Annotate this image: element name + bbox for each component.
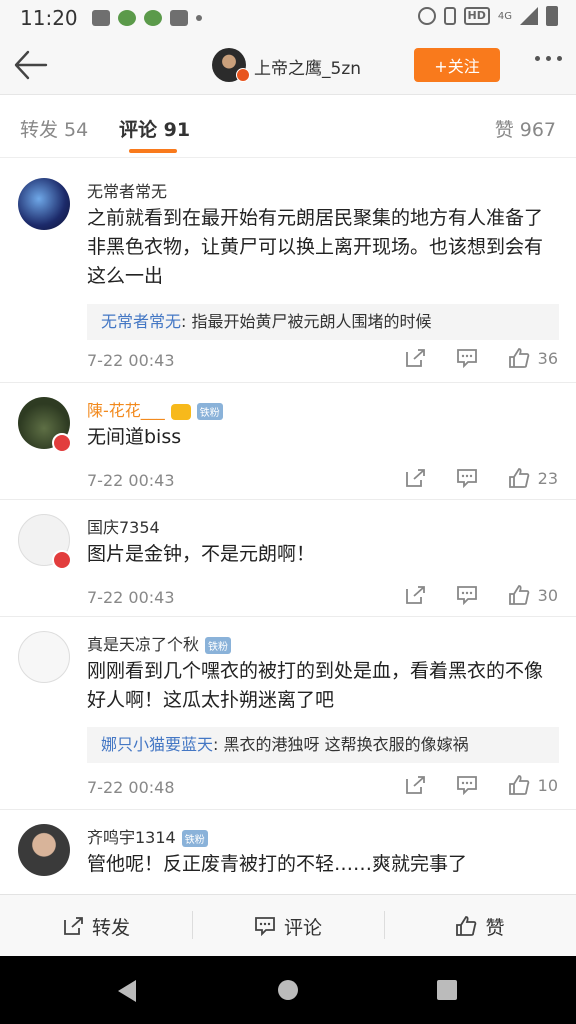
like-button[interactable]: 36 xyxy=(508,348,558,368)
commenter-avatar[interactable] xyxy=(18,824,70,876)
like-label: 赞 xyxy=(485,916,505,939)
like-button[interactable]: 10 xyxy=(508,775,558,795)
battery-icon xyxy=(546,6,558,26)
share-icon xyxy=(64,917,83,935)
status-bar: 11:20 HD 4G xyxy=(0,0,576,36)
comment-time: 7-22 00:43 xyxy=(87,588,175,607)
fan-badge: 铁粉 xyxy=(205,637,232,654)
share-icon[interactable] xyxy=(404,468,426,488)
commenter-name[interactable]: 无常者常无 xyxy=(87,178,167,202)
nav-back-icon[interactable] xyxy=(118,980,136,1002)
like-count: 23 xyxy=(537,468,558,488)
commenter-name[interactable]: 国庆7354 xyxy=(87,514,160,538)
more-notifications-icon xyxy=(195,15,202,21)
thumbs-up-icon xyxy=(508,585,529,605)
comment-list[interactable]: 无常者常无 之前就看到在最开始有元朗居民聚集的地方有人准备了非黑色衣物，让黄尸可… xyxy=(0,158,576,894)
bottom-action-bar: 转发 评论 赞 xyxy=(0,894,576,957)
commenter-name[interactable]: 齐鸣宇1314 xyxy=(87,828,176,847)
thumbs-up-icon xyxy=(508,348,529,368)
fan-badge: 铁粉 xyxy=(196,403,223,420)
comment-item: 无常者常无 之前就看到在最开始有元朗居民聚集的地方有人准备了非黑色衣物，让黄尸可… xyxy=(0,158,576,383)
thumbs-up-icon xyxy=(456,916,477,936)
reply-author[interactable]: 娜只小猫要蓝天 xyxy=(101,735,213,754)
commenter-avatar[interactable] xyxy=(18,631,70,683)
member-badge-icon xyxy=(52,433,72,453)
comment-icon xyxy=(255,917,275,936)
commenter-name[interactable]: 陳-花花___ xyxy=(87,401,165,420)
like-post-button[interactable]: 赞 xyxy=(384,895,576,957)
reply-preview[interactable]: 无常者常无: 指最开始黄尸被元朗人围堵的时候 xyxy=(87,304,559,340)
like-button[interactable]: 23 xyxy=(508,468,558,488)
reply-icon[interactable] xyxy=(456,468,478,488)
reply-icon[interactable] xyxy=(456,348,478,368)
system-nav-bar xyxy=(0,956,576,1024)
reply-icon[interactable] xyxy=(456,585,478,605)
back-arrow-icon[interactable] xyxy=(12,48,48,82)
status-time: 11:20 xyxy=(20,6,78,30)
comment-time: 7-22 00:48 xyxy=(87,778,175,797)
repost-label: 转发 xyxy=(91,916,130,939)
nav-recent-apps-icon[interactable] xyxy=(437,980,457,1000)
repost-button[interactable]: 转发 xyxy=(0,895,192,957)
nav-home-icon[interactable] xyxy=(278,980,298,1000)
fan-badge: 铁粉 xyxy=(181,830,208,847)
comment-item: 真是天凉了个秋 铁粉 刚刚看到几个嘿衣的被打的到处是血，看着黑衣的不像好人啊！这瓜… xyxy=(0,617,576,810)
crown-icon xyxy=(170,403,191,420)
share-icon[interactable] xyxy=(404,775,426,795)
top-nav-bar: 上帝之鹰_5zn +关注 xyxy=(0,36,576,95)
like-count: 10 xyxy=(537,775,558,795)
follow-button[interactable]: +关注 xyxy=(414,48,500,82)
member-badge-icon xyxy=(52,550,72,570)
alarm-icon xyxy=(417,7,436,25)
comment-text: 图片是金钟，不是元朗啊！ xyxy=(87,543,316,565)
reply-text: 指最开始黄尸被元朗人围堵的时候 xyxy=(191,312,432,331)
comment-button[interactable]: 评论 xyxy=(192,895,384,957)
comment-text: 之前就看到在最开始有元朗居民聚集的地方有人准备了非黑色衣物，让黄尸可以换上离开现… xyxy=(87,207,544,287)
comment-text: 无间道biss xyxy=(87,426,182,448)
network-type: 4G xyxy=(497,10,512,22)
reply-author[interactable]: 无常者常无 xyxy=(101,312,181,331)
signal-icon xyxy=(520,7,538,25)
more-options-icon[interactable] xyxy=(535,56,562,61)
comment-time: 7-22 00:43 xyxy=(87,351,175,370)
comment-text: 刚刚看到几个嘿衣的被打的到处是血，看着黑衣的不像好人啊！这瓜太扑朔迷离了吧 xyxy=(87,660,544,711)
hd-icon: HD xyxy=(463,7,490,25)
active-tab-indicator xyxy=(129,149,177,153)
vibrate-icon xyxy=(443,7,456,25)
comment-label: 评论 xyxy=(283,916,322,939)
comment-item: 国庆7354 图片是金钟，不是元朗啊！ 7-22 00:43 30 xyxy=(0,500,576,617)
tab-bar: 转发 54 评论 91 赞 967 xyxy=(0,95,576,158)
share-icon[interactable] xyxy=(404,585,426,605)
app-notification-icon xyxy=(117,10,136,26)
reply-text: 黑衣的港独呀 这帮换衣服的像嫁祸 xyxy=(223,735,469,754)
image-icon xyxy=(169,10,188,26)
comment-time: 7-22 00:43 xyxy=(87,471,175,490)
share-icon[interactable] xyxy=(404,348,426,368)
like-count: 36 xyxy=(537,348,558,368)
commenter-avatar[interactable] xyxy=(18,178,70,230)
reply-icon[interactable] xyxy=(456,775,478,795)
tab-comment[interactable]: 评论 91 xyxy=(119,115,190,142)
message-icon xyxy=(91,10,110,26)
tab-repost[interactable]: 转发 54 xyxy=(20,115,88,142)
comment-text: 管他呢！反正废青被打的不轻……爽就完事了 xyxy=(87,853,468,875)
thumbs-up-icon xyxy=(508,775,529,795)
reply-preview[interactable]: 娜只小猫要蓝天: 黑衣的港独呀 这帮换衣服的像嫁祸 xyxy=(87,727,559,763)
like-button[interactable]: 30 xyxy=(508,585,558,605)
app-notification-icon-2 xyxy=(143,10,162,26)
like-count: 30 xyxy=(537,585,558,605)
commenter-name[interactable]: 真是天凉了个秋 xyxy=(87,635,199,654)
tab-like[interactable]: 赞 967 xyxy=(495,115,556,142)
thumbs-up-icon xyxy=(508,468,529,488)
verified-badge-icon xyxy=(236,68,250,82)
comment-item: 齐鸣宇1314 铁粉 管他呢！反正废青被打的不轻……爽就完事了 xyxy=(0,810,576,894)
author-name[interactable]: 上帝之鹰_5zn xyxy=(254,54,361,79)
comment-item: 陳-花花___ 铁粉 无间道biss 7-22 00:43 23 xyxy=(0,383,576,500)
